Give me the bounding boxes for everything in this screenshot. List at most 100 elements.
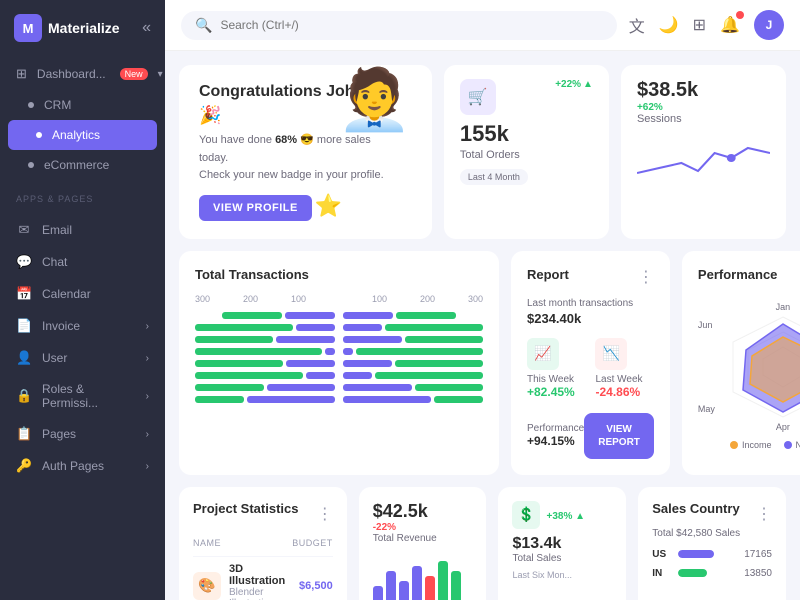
view-profile-button[interactable]: VIEW PROFILE (199, 195, 312, 221)
proj-info-1: 3D Illustration Blender Illustration (229, 563, 291, 600)
table-row: 🎨 3D Illustration Blender Illustration $… (193, 556, 333, 600)
revenue-bar-chart (373, 556, 473, 600)
pages-icon: 📋 (16, 426, 32, 442)
dashboard-icon: ⊞ (16, 66, 27, 82)
list-item: IN 13850 (652, 568, 772, 579)
congrats-figure: 🧑‍💼 (337, 70, 412, 130)
notification-badge (736, 11, 744, 19)
proj-header: Project Statistics ⋮ (193, 501, 333, 528)
net-worth-legend: Net Worth (784, 440, 800, 450)
user-icon: 👤 (16, 350, 32, 366)
congratulations-card: Congratulations John! 🎉 You have done 68… (179, 65, 432, 239)
in-bar-bg (678, 569, 730, 577)
sidebar-item-invoice[interactable]: 📄 Invoice › (0, 310, 165, 342)
rev-bar (451, 571, 461, 600)
sidebar-item-analytics[interactable]: Analytics (8, 120, 157, 150)
sidebar-item-chat[interactable]: 💬 Chat (0, 246, 165, 278)
list-item: US 17165 (652, 549, 772, 560)
radar-chart (718, 312, 800, 422)
dashboard-content: Congratulations John! 🎉 You have done 68… (165, 51, 800, 600)
dot-icon (36, 132, 42, 138)
grid-icon[interactable]: ⊞ (693, 15, 706, 35)
sidebar-item-label: Roles & Permissi... (42, 382, 136, 410)
sidebar-collapse-button[interactable]: « (142, 19, 151, 37)
perf-label: Performance (527, 423, 584, 434)
sidebar-item-email[interactable]: ✉ Email (0, 214, 165, 246)
sidebar-item-user[interactable]: 👤 User › (0, 342, 165, 374)
user-avatar[interactable]: J (754, 10, 784, 40)
sidebar-item-dashboard[interactable]: ⊞ Dashboard... New ▾ (0, 58, 165, 90)
logo-area: M Materialize (14, 14, 120, 42)
sidebar-item-crm[interactable]: CRM (0, 90, 165, 120)
search-bar[interactable]: 🔍 (181, 11, 617, 40)
orders-label: Total Orders (460, 149, 593, 161)
search-input[interactable] (220, 18, 602, 32)
moon-icon[interactable]: 🌙 (659, 15, 679, 35)
us-value: 17165 (736, 549, 772, 560)
sidebar-item-pages[interactable]: 📋 Pages › (0, 418, 165, 450)
sidebar-item-label: Invoice (42, 319, 80, 333)
rev-bar (373, 586, 383, 600)
proj-menu-button[interactable]: ⋮ (317, 504, 333, 524)
translate-icon[interactable]: 文 (629, 13, 645, 37)
revenue-label: Total Revenue (373, 533, 437, 544)
perf-value: +94.15% (527, 434, 584, 448)
sidebar-item-ecommerce[interactable]: eCommerce (0, 150, 165, 180)
sales-label: Total Sales (512, 553, 585, 564)
orders-icon: 🛒 (460, 79, 496, 115)
report-title: Report (527, 267, 569, 282)
new-badge: New (120, 68, 148, 80)
rev-bar (386, 571, 396, 600)
sales-change: +38% ▲ (546, 511, 585, 522)
transactions-title: Total Transactions (195, 267, 483, 282)
income-legend: Income (730, 440, 772, 450)
orders-change: +22% ▲ (555, 79, 593, 90)
us-bar (678, 550, 714, 558)
sessions-value: $38.5k (637, 79, 698, 102)
logo-icon: M (14, 14, 42, 42)
sidebar-item-label: eCommerce (44, 158, 109, 172)
report-card: Report ⋮ Last month transactions $234.40… (511, 251, 670, 475)
congrats-text: You have done 68% 😎 more sales today. Ch… (199, 132, 412, 185)
congrats-stars: ⭐ (314, 193, 341, 219)
performance-card: Performance ⋮ Jan Feb Mar Apr May Jun (682, 251, 800, 475)
report-bottom: Performance +94.15% VIEWREPORT (527, 413, 654, 459)
sales-country-menu-button[interactable]: ⋮ (756, 504, 772, 524)
report-amount: $234.40k (527, 311, 654, 326)
project-statistics-card: Project Statistics ⋮ NAME BUDGET 🎨 3D Il… (179, 487, 347, 600)
sidebar-item-label: Calendar (42, 287, 91, 301)
header-icons: 文 🌙 ⊞ 🔔 J (629, 10, 784, 40)
performance-legend: Income Net Worth (730, 440, 800, 450)
proj-icon-1: 🎨 (193, 572, 221, 600)
last-week-icon: 📉 (595, 338, 627, 370)
sidebar-item-label: Chat (42, 255, 67, 269)
proj-columns: NAME BUDGET (193, 538, 333, 548)
bar-chart (195, 312, 483, 408)
sidebar-item-calendar[interactable]: 📅 Calendar (0, 278, 165, 310)
sidebar-item-roles[interactable]: 🔒 Roles & Permissi... › (0, 374, 165, 418)
bell-icon[interactable]: 🔔 (720, 15, 740, 35)
proj-title: Project Statistics (193, 501, 299, 516)
dot-icon (28, 162, 34, 168)
apps-pages-section-label: APPS & PAGES (0, 186, 165, 208)
report-menu-button[interactable]: ⋮ (638, 267, 654, 287)
total-orders-top: 🛒 +22% ▲ (460, 79, 593, 115)
sessions-mini-chart (637, 133, 770, 183)
report-header: Report ⋮ (527, 267, 654, 294)
report-stats: 📈 This Week +82.45% 📉 Last Week -24.86% (527, 338, 654, 399)
total-orders-card: 🛒 +22% ▲ 155k Total Orders Last 4 Month (444, 65, 609, 239)
sales-icon: 💲 (512, 501, 540, 529)
app-name: Materialize (48, 20, 120, 36)
roles-icon: 🔒 (16, 388, 32, 404)
income-dot (730, 441, 738, 449)
rev-bar (399, 581, 409, 600)
sidebar-item-auth[interactable]: 🔑 Auth Pages › (0, 450, 165, 482)
in-value: 13850 (736, 568, 772, 579)
this-week-value: +82.45% (527, 385, 585, 399)
sidebar-item-label: Analytics (52, 128, 100, 142)
chat-icon: 💬 (16, 254, 32, 270)
orders-value: 155k (460, 121, 593, 147)
top-header: 🔍 文 🌙 ⊞ 🔔 J (165, 0, 800, 51)
view-report-button[interactable]: VIEWREPORT (584, 413, 654, 459)
rev-bar (425, 576, 435, 600)
